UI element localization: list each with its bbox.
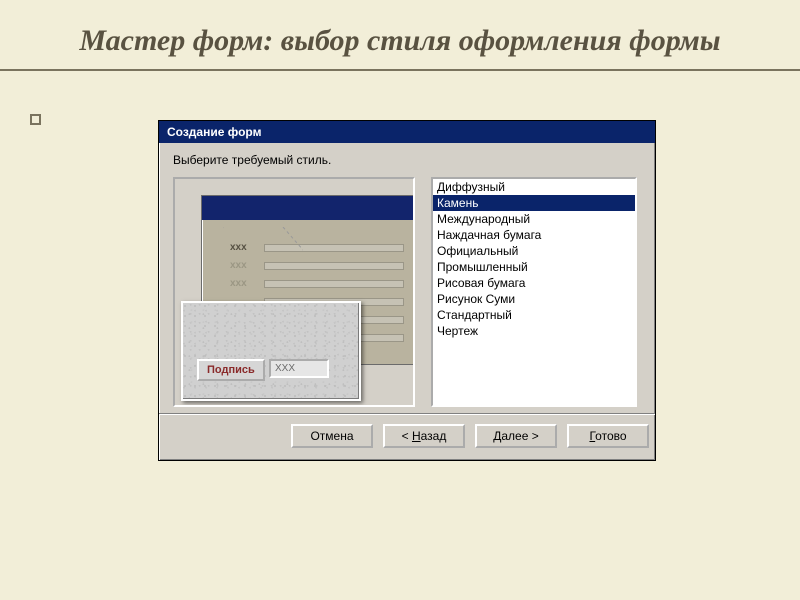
style-list-item[interactable]: Рисовая бумага [433,275,635,291]
preview-field-line [264,280,404,288]
style-list-item[interactable]: Камень [433,195,635,211]
finish-button-rest: отово [595,429,626,443]
next-button-rest: алее > [501,429,538,443]
slide-title-area: Мастер форм: выбор стиля оформления форм… [0,0,800,59]
preview-row-label: xxx [230,260,247,270]
slide-bullet-icon [30,114,41,125]
cancel-button-label: Отмена [310,429,353,443]
wizard-prompt: Выберите требуемый стиль. [173,153,641,167]
preview-row-label: xxx [230,278,247,288]
preview-mock-header [202,196,415,220]
style-list-item[interactable]: Стандартный [433,307,635,323]
style-listbox[interactable]: ДиффузныйКаменьМеждународныйНаждачная бу… [431,177,637,407]
back-button-prefix: < [402,429,412,443]
style-list-item[interactable]: Международный [433,211,635,227]
preview-caption-label: Подпись [197,359,265,381]
cancel-button[interactable]: Отмена [291,424,373,448]
preview-field-line [264,244,404,252]
back-button-hotkey: Н [412,429,421,443]
wizard-body: xxx xxx xxx Подпись XXX [173,177,641,407]
next-button[interactable]: Далее > [475,424,557,448]
wizard-window: Создание форм Выберите требуемый стиль. … [158,120,656,461]
window-title: Создание форм [167,125,261,139]
style-list-item[interactable]: Диффузный [433,179,635,195]
back-button[interactable]: < Назад [383,424,465,448]
style-list-item[interactable]: Наждачная бумага [433,227,635,243]
slide-title: Мастер форм: выбор стиля оформления форм… [0,24,800,59]
preview-caption-value: XXX [269,359,329,378]
window-titlebar: Создание форм [159,121,655,143]
style-preview-pane: xxx xxx xxx Подпись XXX [173,177,415,407]
preview-zoom-card: Подпись XXX [181,301,361,401]
wizard-button-bar: Отмена < Назад Далее > Готово [159,413,655,460]
style-list-item[interactable]: Промышленный [433,259,635,275]
window-client-area: Выберите требуемый стиль. xxx xxx xxx [159,143,655,413]
slide-divider [0,69,800,71]
style-list-item[interactable]: Официальный [433,243,635,259]
preview-row-label: xxx [230,242,247,252]
style-list-item[interactable]: Чертеж [433,323,635,339]
finish-button[interactable]: Готово [567,424,649,448]
style-list-item[interactable]: Рисунок Суми [433,291,635,307]
preview-field-line [264,262,404,270]
back-button-rest: азад [421,429,447,443]
